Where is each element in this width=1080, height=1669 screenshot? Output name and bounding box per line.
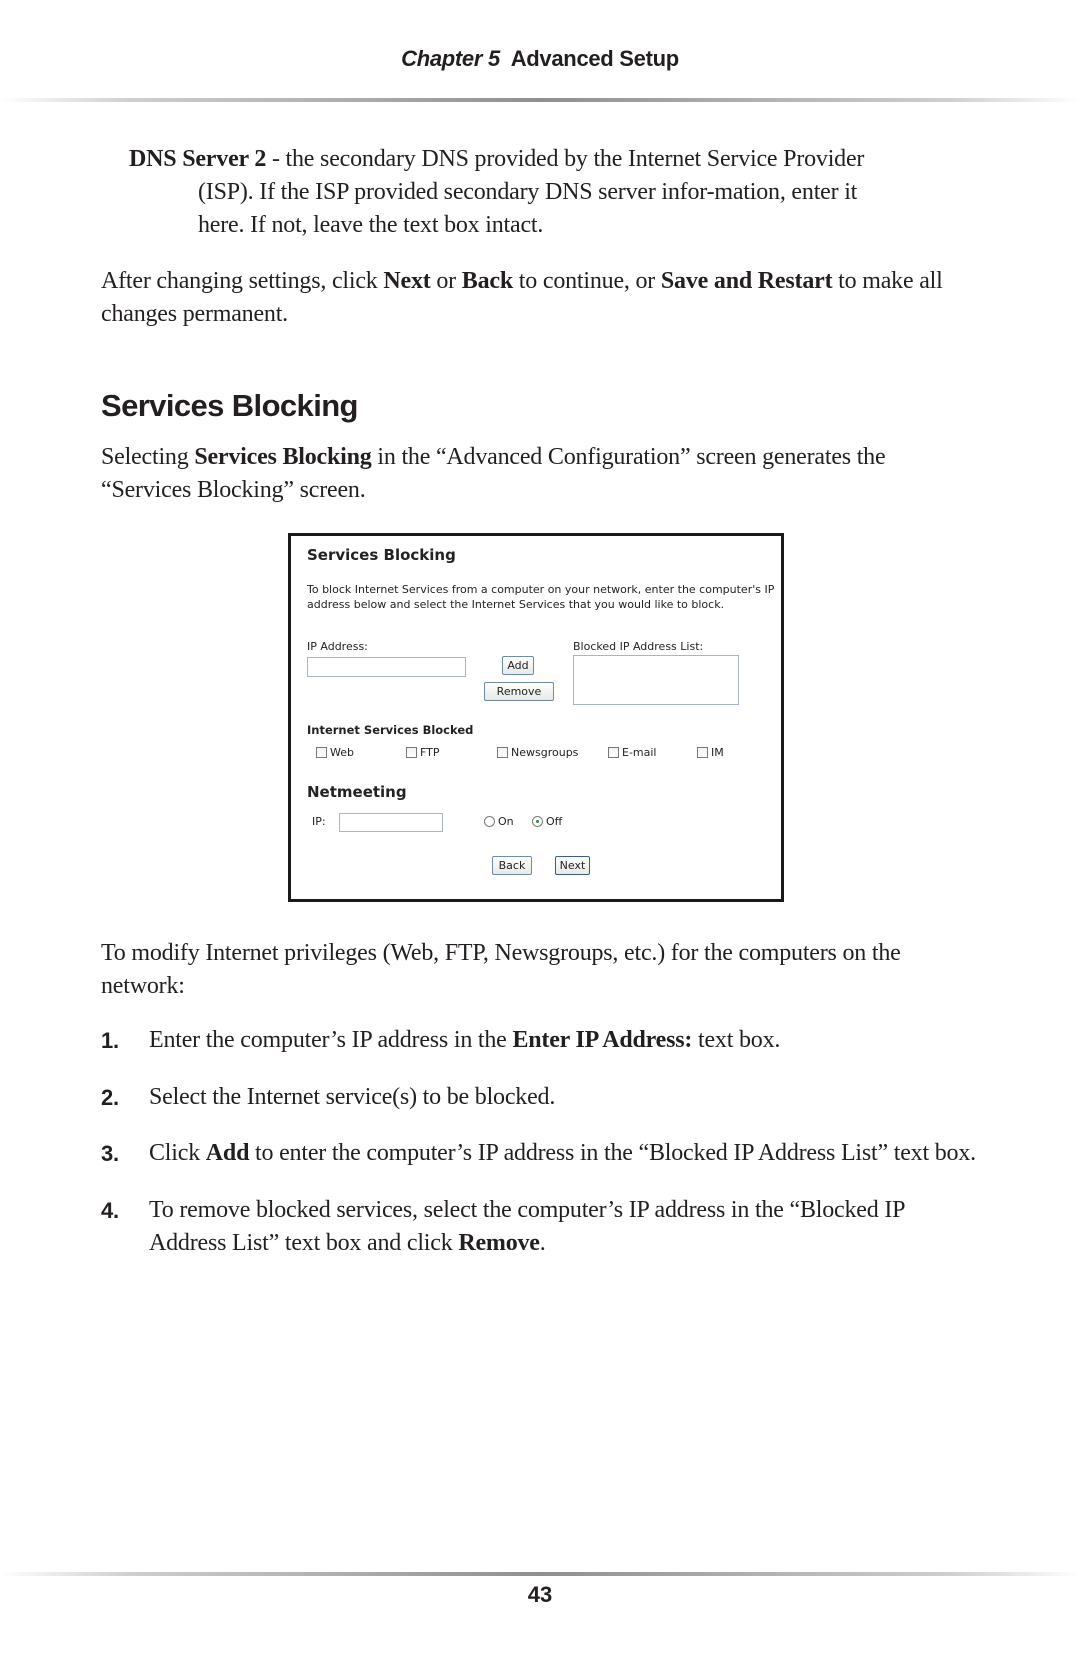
section-intro: Selecting Services Blocking in the “Adva… — [101, 441, 981, 507]
internet-services-heading: Internet Services Blocked — [307, 723, 474, 737]
next-button[interactable]: Next — [555, 856, 590, 875]
service-label: Newsgroups — [511, 746, 579, 759]
service-ftp-checkbox[interactable]: FTP — [406, 746, 440, 759]
definition-dns-server-2: DNS Server 2 - the secondary DNS provide… — [129, 143, 889, 242]
radio-label: Off — [546, 815, 563, 828]
service-web-checkbox[interactable]: Web — [316, 746, 354, 759]
ip-address-input[interactable] — [307, 657, 466, 677]
footer-divider — [0, 1572, 1080, 1576]
bold-text: Remove — [458, 1230, 540, 1256]
netmeeting-on-radio[interactable]: On — [484, 815, 514, 828]
after-changing-paragraph: After changing settings, click Next or B… — [101, 265, 981, 331]
step-item: 1. Enter the computer’s IP address in the… — [101, 1024, 981, 1057]
text-run: . — [539, 1230, 546, 1256]
bold-text: Add — [205, 1140, 250, 1166]
service-label: IM — [711, 746, 724, 759]
blocked-ip-list-label: Blocked IP Address List: — [573, 640, 704, 653]
checkbox-icon[interactable] — [697, 747, 708, 758]
text-run: Selecting — [101, 444, 195, 470]
netmeeting-off-radio[interactable]: Off — [532, 815, 562, 828]
radio-selected-icon[interactable] — [532, 816, 543, 827]
checkbox-icon[interactable] — [608, 747, 619, 758]
step-item: 2. Select the Internet service(s) to be b… — [101, 1081, 981, 1114]
service-label: FTP — [420, 746, 440, 759]
checkbox-icon[interactable] — [316, 747, 327, 758]
definition-text: - the secondary DNS provided by the Inte… — [198, 146, 865, 238]
radio-label: On — [498, 815, 514, 828]
chapter-label: Chapter 5 — [401, 46, 500, 71]
step-item: 3. Click Add to enter the computer’s IP a… — [101, 1137, 981, 1170]
text-run: After changing settings, click — [101, 268, 384, 294]
netmeeting-ip-label: IP: — [312, 815, 326, 828]
header-divider — [0, 98, 1080, 102]
text-run: text box. — [692, 1027, 781, 1053]
service-label: E-mail — [622, 746, 657, 759]
bold-back: Back — [461, 268, 513, 294]
service-im-checkbox[interactable]: IM — [697, 746, 724, 759]
service-email-checkbox[interactable]: E-mail — [608, 746, 657, 759]
running-header: Chapter 5 Advanced Setup — [0, 46, 1080, 72]
text-run: to continue, or — [513, 268, 661, 294]
service-label: Web — [330, 746, 354, 759]
step-item: 4. To remove blocked services, select the… — [101, 1194, 981, 1260]
service-newsgroups-checkbox[interactable]: Newsgroups — [497, 746, 578, 759]
radio-unselected-icon[interactable] — [484, 816, 495, 827]
bold-save-and-restart: Save and Restart — [660, 268, 833, 294]
text-run: Enter the computer’s IP address in the — [149, 1027, 513, 1053]
netmeeting-ip-input[interactable] — [339, 813, 443, 832]
screen-title: Services Blocking — [307, 546, 456, 564]
services-blocking-screenshot: Services Blocking To block Internet Serv… — [288, 533, 784, 902]
step-number: 3. — [101, 1141, 119, 1166]
modify-paragraph: To modify Internet privileges (Web, FTP,… — [101, 940, 901, 999]
blocked-ip-list[interactable] — [573, 655, 739, 705]
back-button[interactable]: Back — [492, 856, 532, 875]
text-run: Click — [149, 1140, 206, 1166]
netmeeting-heading: Netmeeting — [307, 783, 407, 801]
bold-next: Next — [383, 268, 431, 294]
text-run: Select the Internet service(s) to be blo… — [149, 1084, 556, 1110]
steps-list: 1. Enter the computer’s IP address in the… — [101, 1024, 981, 1284]
text-run: or — [430, 268, 462, 294]
checkbox-icon[interactable] — [406, 747, 417, 758]
add-button[interactable]: Add — [502, 656, 534, 675]
definition-term: DNS Server 2 — [129, 146, 267, 172]
page-number: 43 — [527, 1582, 553, 1607]
section-title: Services Blocking — [101, 388, 358, 423]
bold-services-blocking: Services Blocking — [194, 444, 372, 470]
chapter-title: Advanced Setup — [510, 46, 679, 71]
bold-text: Enter IP Address: — [512, 1027, 693, 1053]
remove-button[interactable]: Remove — [484, 682, 554, 701]
screen-description: To block Internet Services from a comput… — [307, 583, 775, 611]
ip-address-label: IP Address: — [307, 640, 368, 653]
step-number: 4. — [101, 1198, 119, 1223]
checkbox-icon[interactable] — [497, 747, 508, 758]
step-number: 2. — [101, 1085, 119, 1110]
text-run: to enter the computer’s IP address in th… — [249, 1140, 976, 1166]
step-number: 1. — [101, 1028, 119, 1053]
